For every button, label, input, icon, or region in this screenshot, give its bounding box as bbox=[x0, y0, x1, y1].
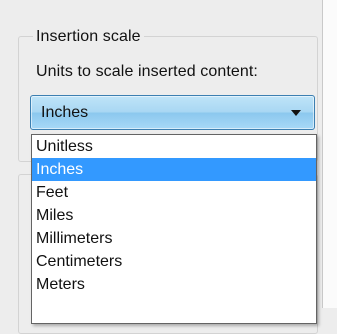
dropdown-option-feet[interactable]: Feet bbox=[32, 181, 316, 204]
dropdown-option-meters[interactable]: Meters bbox=[32, 273, 316, 296]
insertion-scale-title: Insertion scale bbox=[33, 29, 144, 45]
units-combobox-value: Inches bbox=[41, 104, 89, 121]
units-combobox[interactable]: Inches bbox=[30, 95, 315, 130]
dropdown-option-miles[interactable]: Miles bbox=[32, 204, 316, 227]
dropdown-option-inches[interactable]: Inches bbox=[32, 158, 316, 181]
chevron-down-icon[interactable] bbox=[291, 110, 301, 116]
units-to-scale-label: Units to scale inserted content: bbox=[36, 63, 258, 80]
units-dropdown-list[interactable]: Unitless Inches Feet Miles Millimeters C… bbox=[31, 134, 317, 324]
dropdown-option-unitless[interactable]: Unitless bbox=[32, 135, 316, 158]
dropdown-option-millimeters[interactable]: Millimeters bbox=[32, 227, 316, 250]
dropdown-option-centimeters[interactable]: Centimeters bbox=[32, 250, 316, 273]
adjacent-panel bbox=[322, 0, 337, 308]
